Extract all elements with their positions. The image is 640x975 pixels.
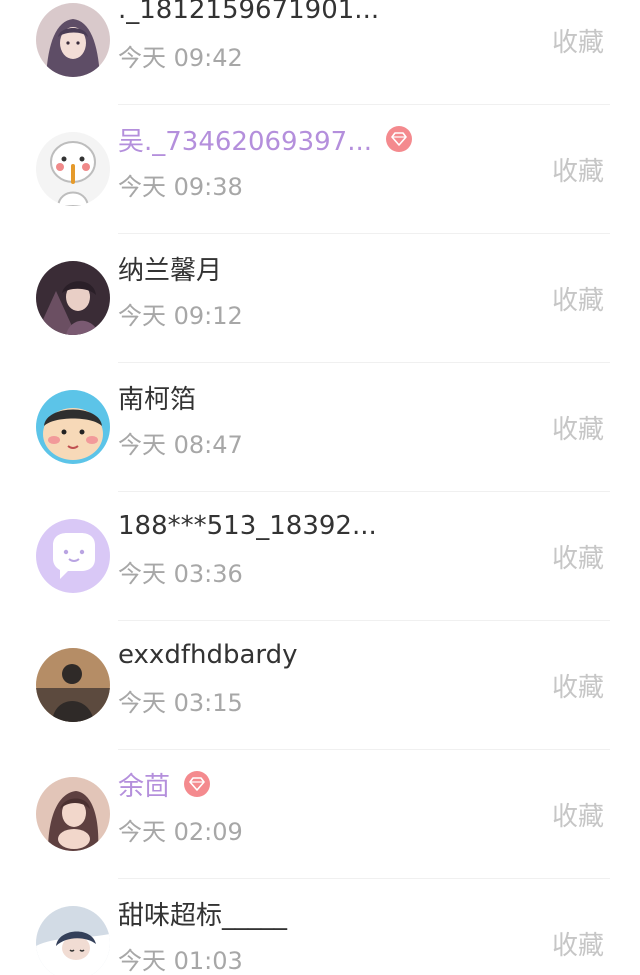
user-name: ._1812159671901... <box>118 0 380 25</box>
list-item[interactable]: 甜味超标_____ 今天 01:03 收藏 <box>0 879 640 975</box>
anime-couple-avatar[interactable] <box>36 777 110 851</box>
list-item[interactable]: ._1812159671901... 今天 09:42 收藏 <box>0 0 640 105</box>
timestamp: 今天 03:36 <box>118 560 243 588</box>
vip-diamond-icon <box>386 126 413 152</box>
timestamp: 今天 08:47 <box>118 431 243 459</box>
name-line: 甜味超标_____ <box>118 895 287 931</box>
list-item[interactable]: 纳兰馨月 今天 09:12 收藏 <box>0 234 640 363</box>
favorite-button[interactable]: 收藏 <box>552 538 604 575</box>
timestamp: 今天 03:15 <box>118 689 243 717</box>
favorites-list: ._1812159671901... 今天 09:42 收藏 吴._734620… <box>0 0 640 975</box>
timestamp: 今天 09:12 <box>118 302 243 330</box>
name-line: 吴._73462069397... <box>118 121 413 157</box>
user-name: 纳兰馨月 <box>118 255 223 286</box>
name-line: 余茴 <box>118 766 211 802</box>
name-line: 188***513_18392... <box>118 508 377 544</box>
user-name: 吴._73462069397... <box>118 126 373 157</box>
timestamp: 今天 09:42 <box>118 44 243 72</box>
list-item[interactable]: 188***513_18392... 今天 03:36 收藏 <box>0 492 640 621</box>
user-name: 188***513_18392... <box>118 511 377 541</box>
name-line: 纳兰馨月 <box>118 250 222 286</box>
favorite-button[interactable]: 收藏 <box>552 925 604 962</box>
favorite-button[interactable]: 收藏 <box>552 409 604 446</box>
timestamp: 今天 09:38 <box>118 173 243 201</box>
default-chat-avatar[interactable] <box>36 519 110 593</box>
favorite-button[interactable]: 收藏 <box>552 151 604 188</box>
user-name: exxdfhdbardy <box>118 640 298 670</box>
anime-sleeping-avatar[interactable] <box>36 906 110 975</box>
list-item[interactable]: 南柯箔 今天 08:47 收藏 <box>0 363 640 492</box>
cartoon-face-avatar[interactable] <box>36 132 110 206</box>
vip-diamond-icon <box>184 771 211 797</box>
user-name: 南柯箔 <box>118 384 197 415</box>
anime-girl-avatar[interactable] <box>36 3 110 77</box>
cartoon-kid-avatar[interactable] <box>36 390 110 464</box>
name-line: 南柯箔 <box>118 379 196 415</box>
user-name: 甜味超标_____ <box>118 900 288 931</box>
silhouette-avatar[interactable] <box>36 648 110 722</box>
list-item[interactable]: exxdfhdbardy 今天 03:15 收藏 <box>0 621 640 750</box>
favorite-button[interactable]: 收藏 <box>552 22 604 59</box>
name-line: exxdfhdbardy <box>118 637 298 673</box>
list-item[interactable]: 吴._73462069397... 今天 09:38 收藏 <box>0 105 640 234</box>
timestamp: 今天 01:03 <box>118 947 243 975</box>
name-line: ._1812159671901... <box>118 0 379 28</box>
list-item[interactable]: 余茴 今天 02:09 收藏 <box>0 750 640 879</box>
timestamp: 今天 02:09 <box>118 818 243 846</box>
user-name: 余茴 <box>118 771 171 802</box>
favorite-button[interactable]: 收藏 <box>552 667 604 704</box>
favorite-button[interactable]: 收藏 <box>552 280 604 317</box>
favorite-button[interactable]: 收藏 <box>552 796 604 833</box>
anime-character-avatar[interactable] <box>36 261 110 335</box>
